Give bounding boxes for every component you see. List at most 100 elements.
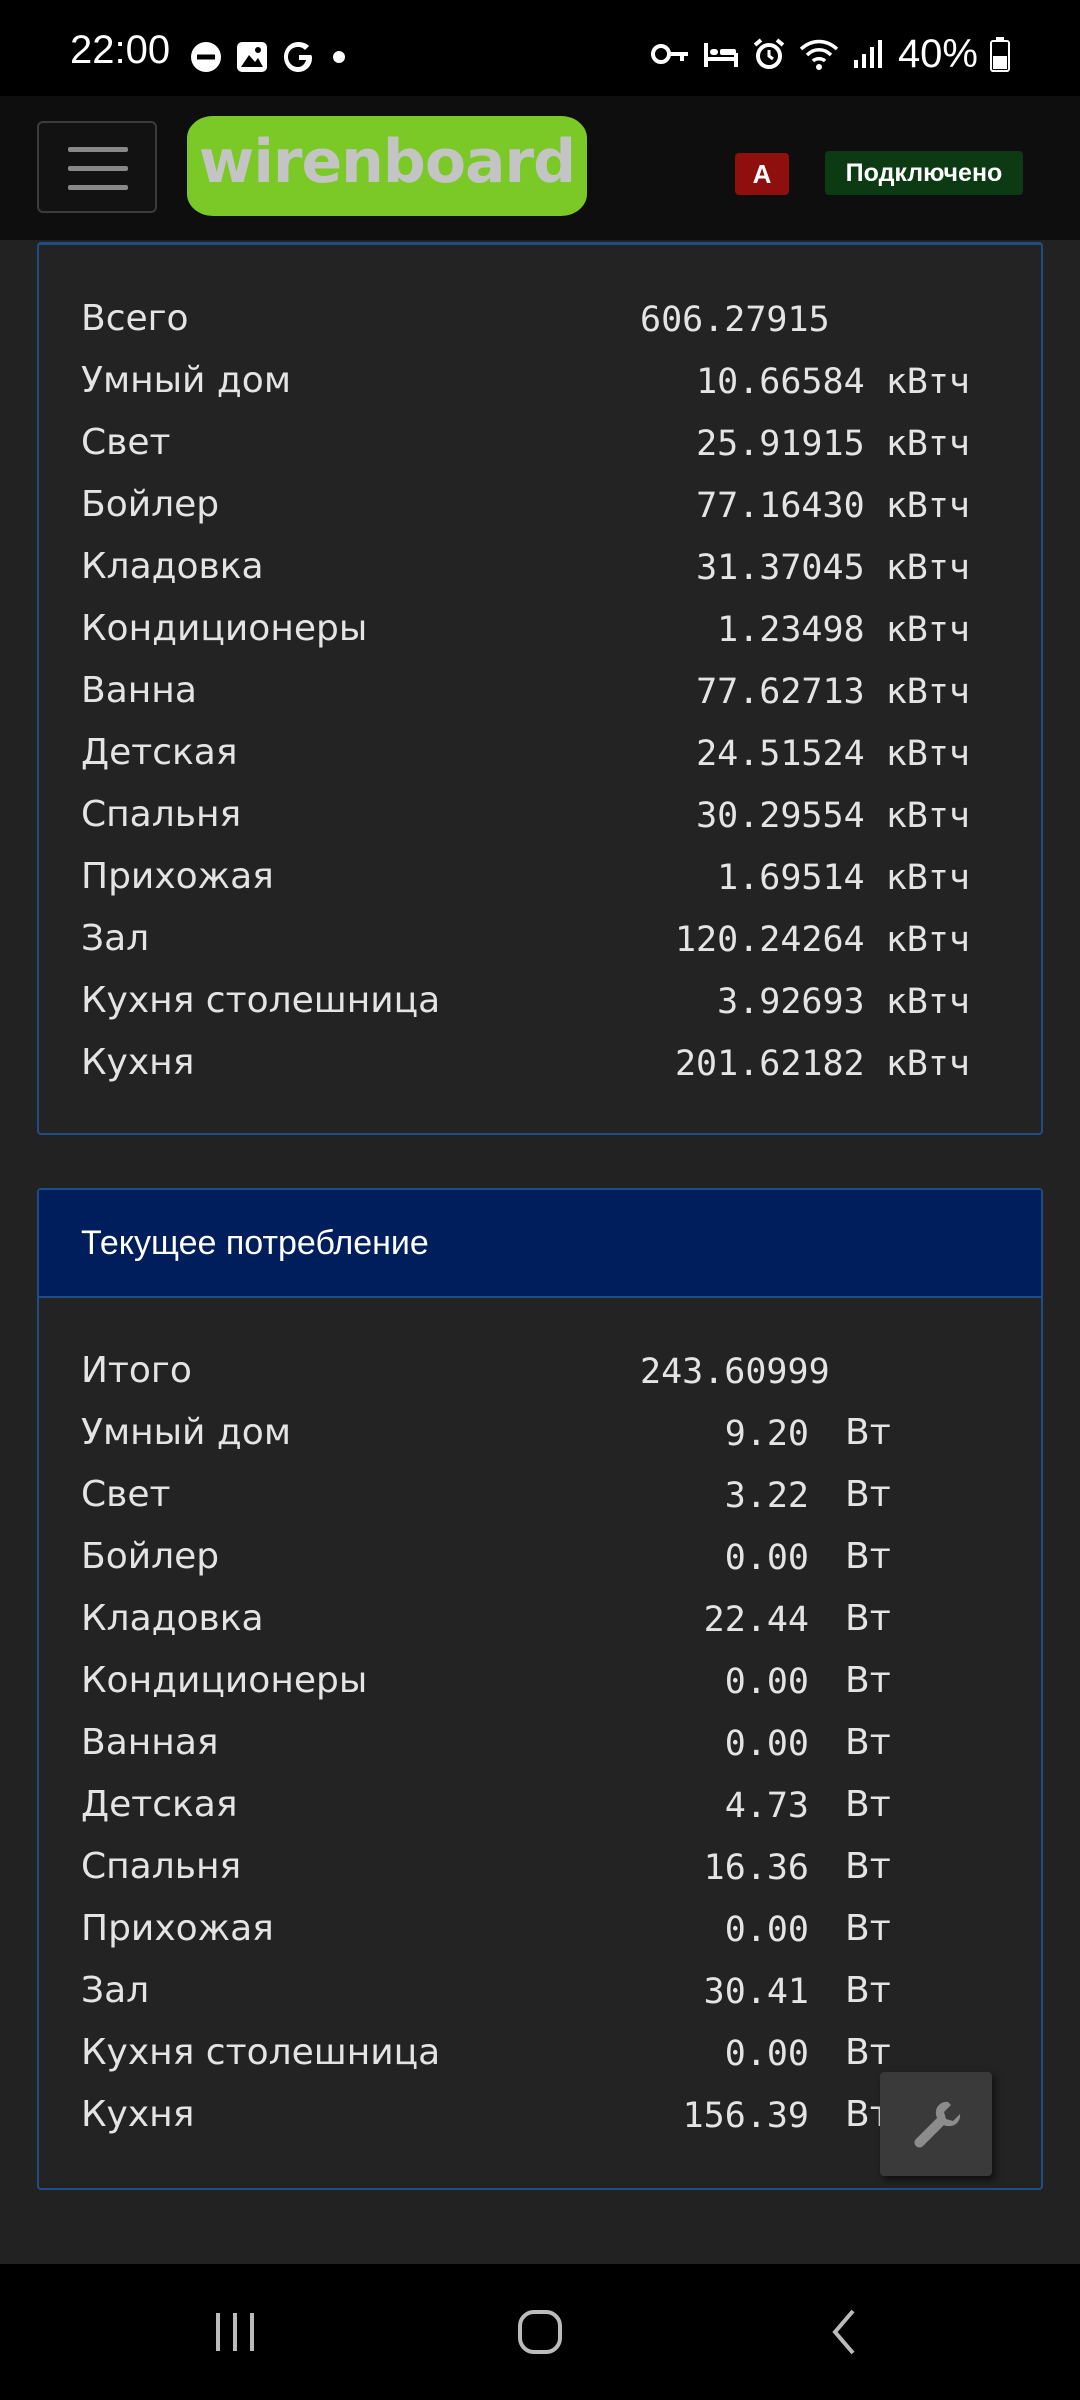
power-row: Прихожая 0.00 Вт — [39, 1900, 1041, 1962]
row-label: Итого — [81, 1350, 192, 1391]
do-not-disturb-icon — [191, 42, 221, 72]
row-unit: Вт — [845, 1908, 891, 1949]
home-button[interactable] — [485, 2264, 595, 2400]
power-row: Детская 4.73 Вт — [39, 1776, 1041, 1838]
energy-row: Всего 606.27915 — [39, 290, 1041, 352]
energy-panel: Всего 606.27915 Умный дом 10.66584 кВтч Свет… — [37, 242, 1043, 1135]
row-value: 1.69514 кВтч — [717, 858, 970, 898]
google-icon — [284, 42, 312, 72]
row-label: Детская — [81, 732, 238, 773]
row-value: 30.29554 кВтч — [696, 796, 970, 836]
row-label: Свет — [81, 422, 171, 463]
dot-icon — [333, 51, 345, 63]
battery-icon — [990, 37, 1010, 72]
app-navbar: wirenboard A Подключено — [0, 96, 1080, 240]
row-unit: Вт — [845, 1846, 891, 1887]
power-row: Зал 30.41 Вт — [39, 1962, 1041, 2024]
key-icon — [650, 44, 688, 64]
row-label: Ванна — [81, 670, 197, 711]
row-value: 10.66584 кВтч — [696, 362, 970, 402]
row-unit: Вт — [845, 1474, 891, 1515]
row-label: Прихожая — [81, 1908, 274, 1949]
row-label: Кухня — [81, 1042, 195, 1083]
energy-row: Бойлер 77.16430 кВтч — [39, 476, 1041, 538]
power-row: Итого 243.60999 — [39, 1342, 1041, 1404]
recents-icon — [216, 2313, 254, 2351]
energy-row: Кухня столешница 3.92693 кВтч — [39, 972, 1041, 1034]
row-value: 120.24264 кВтч — [674, 920, 970, 960]
hamburger-icon-bar — [68, 185, 128, 190]
row-value: 156.39 — [682, 2096, 809, 2136]
row-value: 77.16430 кВтч — [696, 486, 970, 526]
power-panel-title: Текущее потребление — [39, 1190, 1041, 1298]
row-label: Прихожая — [81, 856, 274, 897]
power-row: Спальня 16.36 Вт — [39, 1838, 1041, 1900]
alarm-icon — [753, 38, 785, 69]
row-value: 4.73 — [724, 1786, 809, 1826]
row-label: Кухня — [81, 2094, 195, 2135]
power-row: Свет 3.22 Вт — [39, 1466, 1041, 1528]
wirenboard-logo[interactable]: wirenboard — [187, 116, 587, 216]
row-value: 606.27915 — [640, 300, 830, 340]
power-row: Кондиционеры 0.00 Вт — [39, 1652, 1041, 1714]
row-value: 30.41 — [703, 1972, 809, 2012]
row-value: 0.00 — [724, 1910, 809, 1950]
back-icon — [832, 2309, 855, 2355]
connection-status-badge: Подключено — [825, 151, 1023, 195]
energy-row: Кладовка 31.37045 кВтч — [39, 538, 1041, 600]
row-unit: Вт — [845, 1722, 891, 1763]
row-label: Бойлер — [81, 1536, 220, 1577]
energy-row: Кондиционеры 1.23498 кВтч — [39, 600, 1041, 662]
status-bar: 22:00 40% — [0, 0, 1080, 96]
row-value: 31.37045 кВтч — [696, 548, 970, 588]
row-value: 24.51524 кВтч — [696, 734, 970, 774]
menu-toggle-button[interactable] — [37, 121, 157, 213]
row-unit: Вт — [845, 1784, 891, 1825]
row-label: Умный дом — [81, 1412, 291, 1453]
recents-button[interactable] — [180, 2264, 290, 2400]
back-button[interactable] — [790, 2264, 900, 2400]
alert-badge[interactable]: A — [735, 153, 789, 195]
logo-text: wirenboard — [198, 127, 576, 197]
row-unit: Вт — [845, 1412, 891, 1453]
power-row: Кладовка 22.44 Вт — [39, 1590, 1041, 1652]
power-row: Умный дом 9.20 Вт — [39, 1404, 1041, 1466]
status-time: 22:00 — [70, 28, 171, 72]
gallery-icon — [237, 42, 267, 72]
energy-row: Детская 24.51524 кВтч — [39, 724, 1041, 786]
wifi-icon — [799, 39, 839, 70]
wrench-icon — [914, 2101, 961, 2148]
energy-row: Кухня 201.62182 кВтч — [39, 1034, 1041, 1096]
row-label: Кухня столешница — [81, 2032, 441, 2073]
row-label: Всего — [81, 298, 189, 339]
system-nav-bar — [0, 2264, 1080, 2400]
hamburger-icon-bar — [68, 166, 128, 171]
power-panel: Текущее потребление Итого 243.60999 Умный … — [37, 1188, 1043, 2190]
row-unit: Вт — [845, 1660, 891, 1701]
home-icon — [518, 2310, 562, 2354]
row-label: Зал — [81, 1970, 150, 2011]
row-label: Зал — [81, 918, 150, 959]
row-label: Кондиционеры — [81, 1660, 368, 1701]
row-value: 243.60999 — [640, 1352, 830, 1392]
tools-button[interactable] — [880, 2072, 992, 2176]
row-label: Спальня — [81, 1846, 242, 1887]
bed-icon — [703, 43, 738, 67]
row-unit: Вт — [845, 1536, 891, 1577]
row-value: 22.44 — [703, 1600, 809, 1640]
row-value: 16.36 — [703, 1848, 809, 1888]
row-value: 0.00 — [724, 1724, 809, 1764]
row-value: 0.00 — [724, 1538, 809, 1578]
row-value: 9.20 — [724, 1414, 809, 1454]
row-value: 0.00 — [724, 2034, 809, 2074]
row-label: Умный дом — [81, 360, 291, 401]
row-label: Кладовка — [81, 1598, 264, 1639]
row-value: 3.22 — [724, 1476, 809, 1516]
energy-row: Свет 25.91915 кВтч — [39, 414, 1041, 476]
row-label: Спальня — [81, 794, 242, 835]
energy-row: Умный дом 10.66584 кВтч — [39, 352, 1041, 414]
row-value: 3.92693 кВтч — [717, 982, 970, 1022]
row-value: 1.23498 кВтч — [717, 610, 970, 650]
energy-row: Ванна 77.62713 кВтч — [39, 662, 1041, 724]
power-row: Ванная 0.00 Вт — [39, 1714, 1041, 1776]
